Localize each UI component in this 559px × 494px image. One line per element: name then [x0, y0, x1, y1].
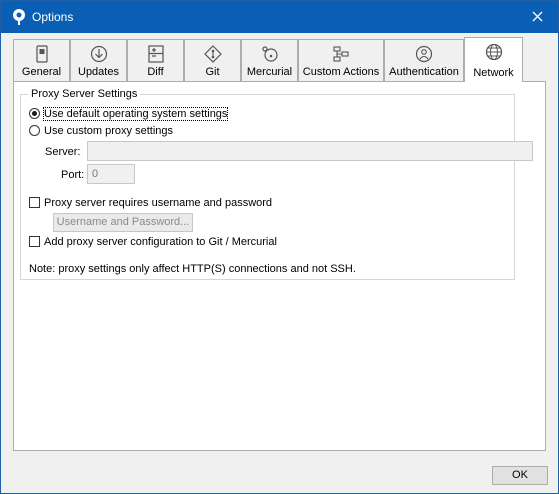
tab-label: Updates: [78, 66, 119, 78]
use-default-radio[interactable]: Use default operating system settings: [29, 107, 229, 121]
tab-mercurial[interactable]: Mercurial: [241, 39, 298, 81]
use-custom-label: Use custom proxy settings: [44, 125, 173, 137]
add-config-label: Add proxy server configuration to Git / …: [44, 236, 277, 248]
tab-custom-actions[interactable]: Custom Actions: [298, 39, 384, 81]
tab-updates[interactable]: Updates: [70, 39, 127, 81]
radio-indicator[interactable]: [29, 125, 40, 136]
custom-actions-icon: [333, 46, 349, 62]
port-label: Port:: [61, 169, 85, 181]
tab-general[interactable]: General: [13, 39, 70, 81]
user-icon: [415, 45, 433, 63]
tab-network[interactable]: Network: [464, 37, 523, 82]
tab-label: Authentication: [389, 66, 459, 78]
close-icon: [532, 11, 543, 22]
tab-git[interactable]: Git: [184, 39, 241, 81]
title-bar[interactable]: Options: [1, 1, 558, 33]
checkbox-indicator[interactable]: [29, 236, 40, 247]
close-button[interactable]: [518, 1, 558, 33]
mercurial-icon: [261, 46, 278, 62]
tab-label: Custom Actions: [302, 66, 380, 78]
tab-strip: General Updates Diff Git Mercurial Custo…: [13, 37, 548, 82]
tab-label: Diff: [147, 66, 164, 78]
username-password-button[interactable]: Username and Password...: [53, 213, 193, 232]
tab-label: Network: [473, 67, 514, 79]
proxy-settings-group: Proxy Server Settings Use default operat…: [20, 88, 533, 280]
tab-diff[interactable]: Diff: [127, 39, 184, 81]
group-title: Proxy Server Settings: [28, 88, 141, 100]
port-input[interactable]: 0: [87, 164, 135, 184]
server-label: Server:: [45, 146, 81, 158]
requires-auth-checkbox[interactable]: Proxy server requires username and passw…: [29, 197, 272, 209]
globe-icon: [485, 43, 502, 61]
phone-icon: [35, 45, 48, 63]
download-icon: [90, 45, 107, 63]
tab-label: Mercurial: [246, 66, 293, 78]
tab-label: Git: [205, 66, 220, 78]
tab-label: General: [21, 66, 62, 78]
ok-button[interactable]: OK: [492, 466, 548, 485]
git-icon: [203, 45, 222, 63]
checkbox-indicator[interactable]: [29, 197, 40, 208]
server-input[interactable]: [87, 141, 533, 161]
add-config-checkbox[interactable]: Add proxy server configuration to Git / …: [29, 236, 277, 248]
use-default-label: Use default operating system settings: [42, 107, 229, 121]
proxy-note: Note: proxy settings only affect HTTP(S)…: [29, 263, 356, 275]
use-custom-radio[interactable]: Use custom proxy settings: [29, 125, 173, 137]
requires-auth-label: Proxy server requires username and passw…: [44, 197, 273, 209]
window-title: Options: [32, 10, 74, 24]
options-window: Options General Updates Diff Git Mercuri…: [0, 0, 559, 494]
radio-indicator[interactable]: [29, 108, 40, 119]
tab-authentication[interactable]: Authentication: [384, 39, 464, 81]
app-logo-icon: [13, 9, 25, 25]
diff-icon: [147, 45, 164, 63]
network-panel: Proxy Server Settings Use default operat…: [13, 81, 546, 451]
